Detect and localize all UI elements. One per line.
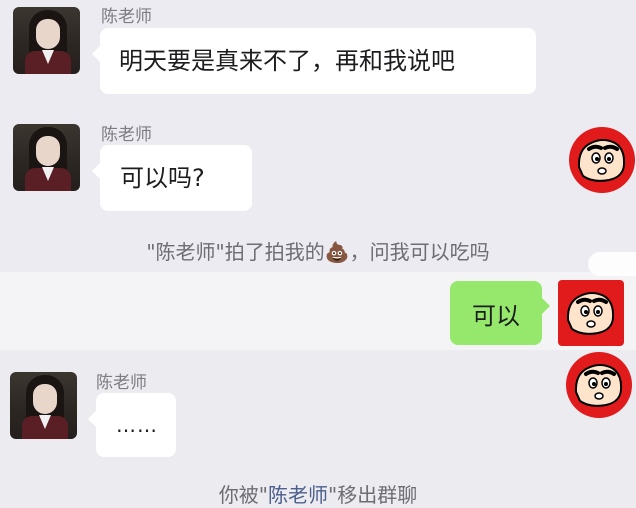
message-text: …… (116, 413, 158, 437)
teacher-avatar[interactable] (10, 372, 77, 439)
self-message-bubble[interactable]: 可以 (450, 281, 550, 345)
self-avatar[interactable] (569, 127, 635, 193)
message-bubble[interactable]: 可以吗? (92, 145, 252, 211)
message-text: 可以吗? (120, 164, 205, 192)
avatar-face (36, 136, 60, 166)
message-text: 明天要是真来不了，再和我说吧 (119, 47, 455, 75)
removed-by-name[interactable]: 陈老师 (268, 483, 328, 507)
avatar-face (33, 384, 57, 414)
crayon-shin-chan-icon (577, 139, 626, 182)
pat-notice-after: ，问我可以吃吗 (349, 240, 490, 264)
pat-notice-before: "陈老师"拍了拍我的 (146, 240, 325, 264)
sender-name: 陈老师 (101, 7, 152, 27)
message-bubble[interactable]: 明天要是真来不了，再和我说吧 (92, 28, 536, 94)
poop-icon: 💩 (324, 240, 350, 264)
removal-prefix: 你被" (218, 483, 268, 507)
crayon-shin-chan-icon (566, 292, 615, 335)
removal-notice: 你被"陈老师"移出群聊 (0, 479, 636, 508)
avatar-face (36, 19, 60, 49)
self-avatar[interactable] (558, 280, 624, 346)
sender-name: 陈老师 (101, 125, 152, 145)
bubble-fragment (588, 252, 636, 276)
crayon-shin-chan-icon (574, 364, 623, 407)
message-bubble[interactable]: …… (88, 393, 176, 457)
self-message-text: 可以 (472, 301, 520, 330)
removal-suffix: "移出群聊 (328, 483, 418, 507)
pat-notice: "陈老师"拍了拍我的💩，问我可以吃吗 (0, 236, 636, 265)
self-avatar[interactable] (566, 352, 632, 418)
teacher-avatar[interactable] (13, 7, 80, 74)
teacher-avatar[interactable] (13, 124, 80, 191)
sender-name: 陈老师 (96, 373, 147, 393)
